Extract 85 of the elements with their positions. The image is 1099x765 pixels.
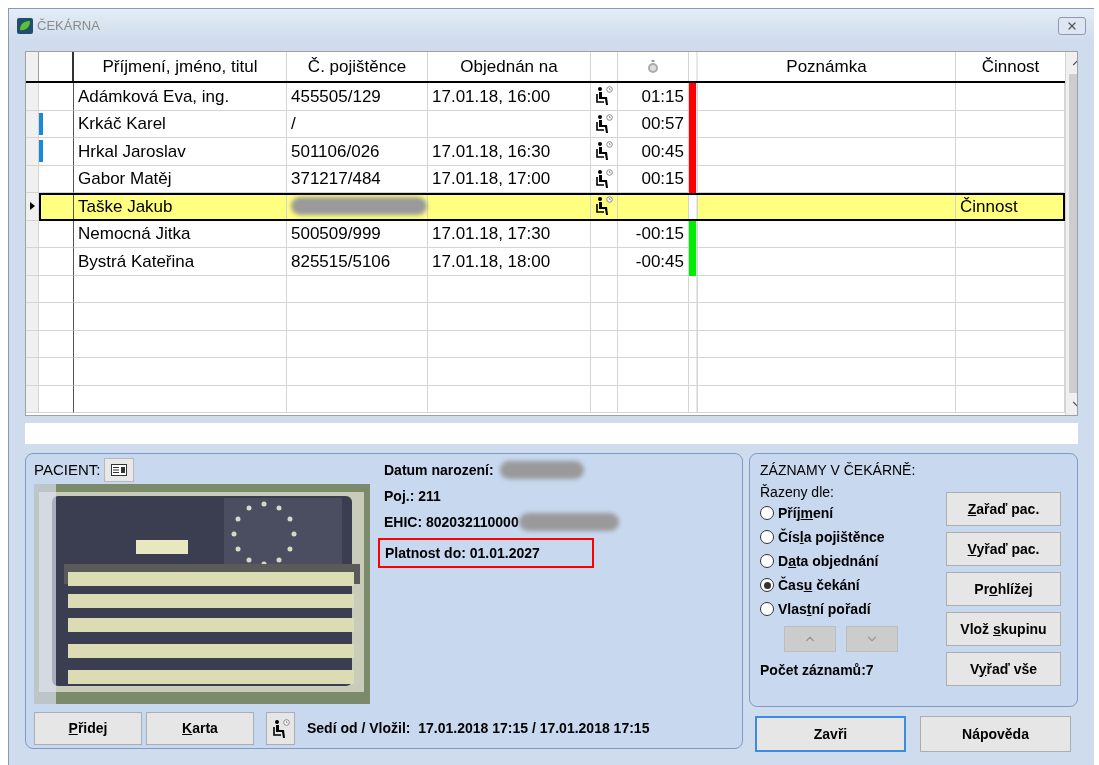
id-card-icon (111, 464, 128, 476)
column-header[interactable]: Příjmení, jméno, titul (74, 52, 287, 81)
table-cell: Hrkal Jaroslav (74, 138, 287, 166)
seated-person-icon (595, 168, 613, 189)
section-label: PACIENT: (34, 459, 101, 480)
radio-label[interactable]: Příjmení (778, 502, 834, 524)
action-button[interactable]: Prohlížej (946, 572, 1061, 606)
radio-button[interactable] (760, 530, 774, 544)
table-cell (39, 275, 74, 303)
action-button[interactable]: Přidej (34, 712, 142, 745)
table-cell (618, 358, 689, 386)
table-cell (39, 385, 74, 413)
insurer-text: Poj.: 211 (384, 487, 442, 506)
table-cell (39, 303, 74, 331)
table-cell: 17.01.18, 16:30 (428, 138, 591, 166)
table-cell (39, 248, 74, 276)
table-row[interactable]: Bystrá Kateřina 825515/5106 17.01.18, 18:00 -00:45 (39, 248, 1065, 276)
radio-button[interactable] (760, 578, 774, 592)
table-cell (591, 330, 618, 358)
column-header[interactable]: Poznámka (698, 52, 956, 81)
action-button[interactable]: Zařaď pac. (946, 492, 1061, 526)
close-icon (1066, 20, 1078, 32)
table-cell: Bystrá Kateřina (74, 248, 287, 276)
radio-button[interactable] (760, 506, 774, 520)
seated-person-icon (595, 196, 613, 217)
action-button[interactable]: Vyřaď vše (946, 652, 1061, 686)
table-cell: 455505/129 (287, 83, 428, 111)
table-cell: 501106/026 (287, 138, 428, 166)
radio-label[interactable]: Data objednání (778, 550, 879, 572)
action-button[interactable]: Vyřaď pac. (946, 532, 1061, 566)
table-row[interactable]: Hrkal Jaroslav 501106/026 17.01.18, 16:30 00:45 (39, 138, 1065, 166)
seated-person-icon (595, 86, 613, 107)
table-cell (39, 83, 74, 111)
section-title: ZÁZNAMY V ČEKÁRNĚ: (760, 462, 916, 478)
row-indicator (26, 385, 39, 413)
table-row[interactable]: Krkáč Karel / 00:57 (39, 110, 1065, 138)
radio-button[interactable] (760, 602, 774, 616)
id-card-button[interactable] (104, 458, 135, 482)
seated-person-icon (595, 113, 613, 134)
table-cell (591, 275, 618, 303)
action-button[interactable]: Karta (146, 712, 254, 745)
validity-text: Platnost do: 01.01.2027 (378, 538, 594, 568)
table-cell (618, 303, 689, 331)
seated-since-text: Sedí od / Vložil: 17.01.2018 17:15 / 17.01.2018 17:15 (307, 719, 650, 738)
column-header[interactable]: Č. pojištěnce (287, 52, 428, 81)
seated-button[interactable] (266, 712, 295, 745)
radio-button[interactable] (760, 554, 774, 568)
close-button[interactable] (1058, 17, 1086, 35)
dialog-button[interactable]: Zavři (755, 716, 906, 752)
row-indicator (26, 303, 39, 331)
birth-date-label: Datum narození: (384, 461, 494, 480)
table-cell (591, 248, 618, 276)
radio-label[interactable]: Čísla pojištěnce (778, 526, 885, 548)
stopwatch-icon (647, 59, 659, 74)
radio-label[interactable]: Vlastní pořadí (778, 598, 871, 620)
record-count: Počet záznamů:7 (760, 661, 875, 680)
window-title: ČEKÁRNA (37, 17, 100, 36)
table-cell: Taške Jakub (74, 193, 287, 221)
table-cell: 825515/5106 (287, 248, 428, 276)
table-cell (591, 303, 618, 331)
sort-label: Řazeny dle: (760, 483, 835, 502)
ehic-text: EHIC: 802032110000 (384, 513, 519, 532)
table-row[interactable]: Gabor Matěj 371217/484 17.01.18, 17:00 00:15 (39, 165, 1065, 193)
table-cell: Adámková Eva, ing. (74, 83, 287, 111)
table-cell (591, 385, 618, 413)
table-row[interactable]: Adámková Eva, ing. 455505/129 17.01.18, 16:00 01:15 (39, 83, 1065, 111)
column-header[interactable]: Objednán na (428, 52, 591, 81)
dialog-button[interactable]: Nápověda (920, 716, 1071, 752)
row-indicator[interactable] (26, 193, 39, 221)
table-cell (591, 358, 618, 386)
table-row[interactable]: Nemocná Jitka 500509/999 17.01.18, 17:30 -00:15 (39, 220, 1065, 248)
table-cell: 17.01.18, 18:00 (428, 248, 591, 276)
table-cell: 17.01.18, 16:00 (428, 83, 591, 111)
table-cell (39, 358, 74, 386)
seated-person-icon (271, 718, 290, 739)
app-icon (17, 18, 33, 34)
row-indicator (26, 330, 39, 358)
action-button[interactable]: Vlož skupinu (946, 612, 1061, 646)
column-header[interactable]: Činnost (956, 52, 1065, 81)
seated-person-icon (595, 141, 613, 162)
row-indicator (26, 358, 39, 386)
table-row[interactable]: Taške Jakub Činnost (39, 193, 1065, 221)
row-indicator (26, 275, 39, 303)
radio-label[interactable]: Času čekání (778, 574, 860, 596)
table-cell (39, 330, 74, 358)
